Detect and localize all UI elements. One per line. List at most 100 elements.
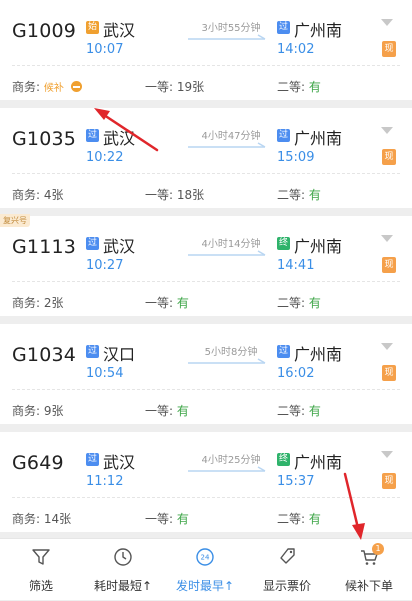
expand-chevron-icon[interactable] [381, 19, 393, 26]
train-number: G1113 [12, 236, 77, 258]
origin-station-icon: 始 [86, 21, 99, 34]
direction-arrow-icon [188, 250, 266, 256]
waitlist-order-button[interactable]: 1 候补下单 [328, 539, 410, 601]
arrival-station: 广州南 [294, 21, 343, 40]
arrival-station: 广州南 [294, 453, 343, 472]
first-class-seat[interactable]: 一等: 18张 [145, 186, 204, 203]
bottom-toolbar: 筛选 耗时最短↑ 24 发时最早↑ 显示票价 1 候补下单 [0, 538, 412, 600]
filter-button[interactable]: 筛选 [0, 539, 82, 601]
expand-chevron-icon[interactable] [381, 343, 393, 350]
waitlist-order-label: 候补下单 [344, 579, 393, 593]
seat-label: 一等: [145, 80, 174, 94]
pass-station-icon: 过 [277, 345, 290, 358]
divider [12, 281, 400, 282]
trip-duration: 4小时47分钟 [201, 131, 261, 142]
trip-duration: 3小时55分钟 [201, 23, 261, 34]
ticket-tag: 现 [382, 257, 396, 273]
seat-label: 二等: [277, 296, 306, 310]
second-class-seat[interactable]: 二等: 有 [277, 402, 321, 419]
direction-arrow-icon [188, 466, 266, 472]
ticket-tag: 现 [382, 473, 396, 489]
departure-time: 10:54 [86, 366, 124, 381]
departure-station: 武汉 [103, 453, 136, 472]
second-class-seat[interactable]: 二等: 有 [277, 78, 321, 95]
divider [12, 173, 400, 174]
business-seat[interactable]: 商务: 9张 [12, 402, 64, 419]
first-class-seat[interactable]: 一等: 19张 [145, 78, 204, 95]
seat-value: 有 [308, 80, 321, 94]
sort-shortest-button[interactable]: 耗时最短↑ [82, 539, 164, 601]
seat-label: 一等: [145, 512, 174, 526]
expand-chevron-icon[interactable] [381, 451, 393, 458]
seat-value: 19张 [176, 80, 205, 94]
seat-value: 有 [308, 404, 321, 418]
sort-earliest-label: 发时最早↑ [175, 579, 235, 593]
seat-label: 商务: [12, 188, 41, 202]
sort-earliest-button[interactable]: 24 发时最早↑ [164, 539, 246, 601]
train-card[interactable]: G1035 过 武汉 10:22 4小时47分钟 过 广州南 15:09 现 商… [0, 108, 412, 208]
trip-duration: 4小时25分钟 [201, 455, 261, 466]
direction-arrow-icon [188, 142, 266, 148]
direction-arrow-icon [188, 358, 266, 364]
seat-label: 一等: [145, 296, 174, 310]
seat-value: 2张 [43, 296, 64, 310]
business-seat[interactable]: 商务: 候补 [12, 78, 82, 95]
price-tag-icon [280, 548, 295, 564]
departure-station: 武汉 [103, 237, 136, 256]
seat-value: 有 [176, 404, 189, 418]
departure-station: 汉口 [103, 345, 136, 364]
arrival-time: 15:09 [277, 150, 315, 165]
arrival-time: 14:02 [277, 42, 315, 57]
second-class-seat[interactable]: 二等: 有 [277, 294, 321, 311]
arrival-station: 广州南 [294, 129, 343, 148]
second-class-seat[interactable]: 二等: 有 [277, 186, 321, 203]
seat-value: 18张 [176, 188, 205, 202]
filter-label: 筛选 [28, 579, 53, 593]
expand-chevron-icon[interactable] [381, 127, 393, 134]
pass-station-icon: 过 [277, 21, 290, 34]
pass-station-icon: 过 [86, 237, 99, 250]
show-price-button[interactable]: 显示票价 [246, 539, 328, 601]
departure-station: 武汉 [103, 129, 136, 148]
second-class-seat[interactable]: 二等: 有 [277, 510, 321, 527]
train-number: G649 [12, 452, 64, 474]
train-card[interactable]: G649 过 武汉 11:12 4小时25分钟 终 广州南 15:37 现 商务… [0, 432, 412, 532]
first-class-seat[interactable]: 一等: 有 [145, 294, 189, 311]
seat-value: 有 [176, 296, 189, 310]
seat-value: 有 [308, 188, 321, 202]
business-seat[interactable]: 商务: 4张 [12, 186, 64, 203]
ticket-tag: 现 [382, 365, 396, 381]
expand-chevron-icon[interactable] [381, 235, 393, 242]
departure-station: 武汉 [103, 21, 136, 40]
direction-arrow-icon [188, 34, 266, 40]
show-price-label: 显示票价 [262, 579, 311, 593]
divider [12, 389, 400, 390]
ticket-tag: 现 [382, 149, 396, 165]
waitlist-icon[interactable] [70, 81, 82, 92]
train-card[interactable]: G1009 始 武汉 10:07 3小时55分钟 过 广州南 14:02 现 商… [0, 0, 412, 100]
seat-label: 一等: [145, 404, 174, 418]
departure-time: 10:07 [86, 42, 124, 57]
seat-value: 4张 [43, 188, 64, 202]
departure-time: 11:12 [86, 474, 124, 489]
seat-label: 一等: [145, 188, 174, 202]
train-card[interactable]: 复兴号 G1113 过 武汉 10:27 4小时14分钟 终 广州南 14:41… [0, 214, 412, 316]
seat-value: 有 [308, 296, 321, 310]
pass-station-icon: 过 [86, 453, 99, 466]
train-number: G1034 [12, 344, 77, 366]
business-seat[interactable]: 商务: 2张 [12, 294, 64, 311]
sort-shortest-label: 耗时最短↑ [93, 579, 153, 593]
arrival-time: 14:41 [277, 258, 315, 273]
first-class-seat[interactable]: 一等: 有 [145, 510, 189, 527]
business-seat[interactable]: 商务: 14张 [12, 510, 71, 527]
seat-label: 商务: [12, 512, 41, 526]
first-class-seat[interactable]: 一等: 有 [145, 402, 189, 419]
train-card[interactable]: G1034 过 汉口 10:54 5小时8分钟 过 广州南 16:02 现 商务… [0, 324, 412, 424]
seat-value: 有 [176, 512, 189, 526]
seat-label: 二等: [277, 404, 306, 418]
seat-value: 候补 [43, 83, 64, 94]
train-number: G1009 [12, 20, 77, 42]
arrival-station: 广州南 [294, 345, 343, 364]
waitlist-count-badge: 1 [372, 543, 384, 555]
seat-value: 有 [308, 512, 321, 526]
